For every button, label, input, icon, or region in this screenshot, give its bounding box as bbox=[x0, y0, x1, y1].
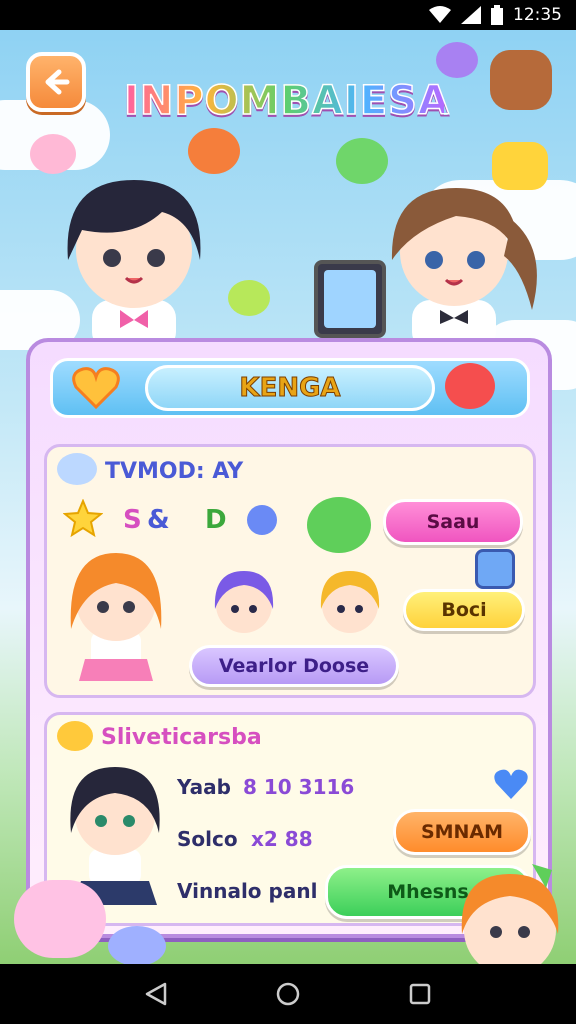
cloud-mascot-icon bbox=[57, 453, 97, 485]
game-scene: INPOMBAIESA KENGA TVMOD: AY S & D Saau B… bbox=[0, 30, 576, 964]
green-mascot-icon bbox=[307, 497, 371, 553]
team-symbol: & bbox=[147, 505, 170, 535]
battery-icon bbox=[491, 5, 503, 25]
orange-hair-girl bbox=[70, 553, 162, 681]
back-arrow-icon bbox=[45, 69, 70, 95]
phone-prop bbox=[314, 260, 386, 338]
nav-recents-icon[interactable] bbox=[409, 983, 431, 1005]
stat-label: Yaab bbox=[177, 775, 231, 799]
red-slime-icon bbox=[445, 363, 495, 409]
signal-icon bbox=[461, 6, 481, 24]
blue-clover-icon bbox=[247, 505, 277, 535]
sell-button-label: Saau bbox=[426, 511, 480, 533]
nav-back-icon[interactable] bbox=[145, 982, 167, 1006]
status-bar: 12:35 bbox=[0, 0, 576, 30]
sell-button[interactable]: Saau bbox=[383, 499, 523, 545]
blue-slime-icon bbox=[108, 926, 166, 964]
navigation-bar bbox=[0, 964, 576, 1024]
purple-hair-chibi bbox=[214, 571, 274, 633]
stat-value: x2 88 bbox=[251, 827, 313, 851]
team-symbol: D bbox=[205, 505, 227, 535]
wifi-icon bbox=[429, 6, 451, 23]
map-tile-icon bbox=[475, 549, 515, 589]
player-name: KENGA bbox=[145, 365, 435, 411]
team-card: TVMOD: AY S & D Saau Boci Vearlor Doose bbox=[44, 444, 536, 698]
girl-character bbox=[391, 188, 537, 350]
orange-hair-mascot bbox=[461, 864, 559, 964]
heart-icon bbox=[72, 367, 120, 410]
boost-button[interactable]: Boci bbox=[403, 589, 525, 631]
action-button-label: Vearlor Doose bbox=[218, 655, 370, 677]
lime-star-icon bbox=[228, 280, 270, 316]
name-banner: KENGA bbox=[50, 358, 530, 418]
blonde-chibi bbox=[320, 571, 380, 633]
orange-action-button[interactable]: SMNAM bbox=[393, 809, 531, 855]
pink-cat-mascot bbox=[14, 880, 106, 958]
purple-slime-icon bbox=[436, 42, 478, 78]
stat-label: Vinnalo panl bbox=[177, 879, 318, 903]
blue-heart-icon bbox=[494, 769, 528, 799]
sun-mascot-icon bbox=[57, 721, 93, 751]
boost-button-label: Boci bbox=[441, 599, 487, 621]
bear-face-icon bbox=[490, 50, 552, 110]
boy-character bbox=[67, 180, 201, 350]
status-time: 12:35 bbox=[513, 5, 562, 25]
nav-home-icon[interactable] bbox=[276, 982, 300, 1006]
team-symbol: S bbox=[123, 505, 142, 535]
team-heading: TVMOD: AY bbox=[105, 459, 244, 484]
stat-value: 8 10 3116 bbox=[243, 775, 355, 799]
profile-heading: Sliveticarsba bbox=[101, 725, 262, 750]
game-title: INPOMBAIESA bbox=[123, 77, 450, 125]
action-button[interactable]: Vearlor Doose bbox=[189, 645, 399, 687]
profile-panel: KENGA TVMOD: AY S & D Saau Boci Vearlor … bbox=[26, 338, 552, 938]
orange-button-label: SMNAM bbox=[420, 821, 504, 843]
back-button[interactable] bbox=[26, 52, 86, 112]
star-icon bbox=[63, 499, 103, 538]
stat-label: Solco bbox=[177, 827, 238, 851]
